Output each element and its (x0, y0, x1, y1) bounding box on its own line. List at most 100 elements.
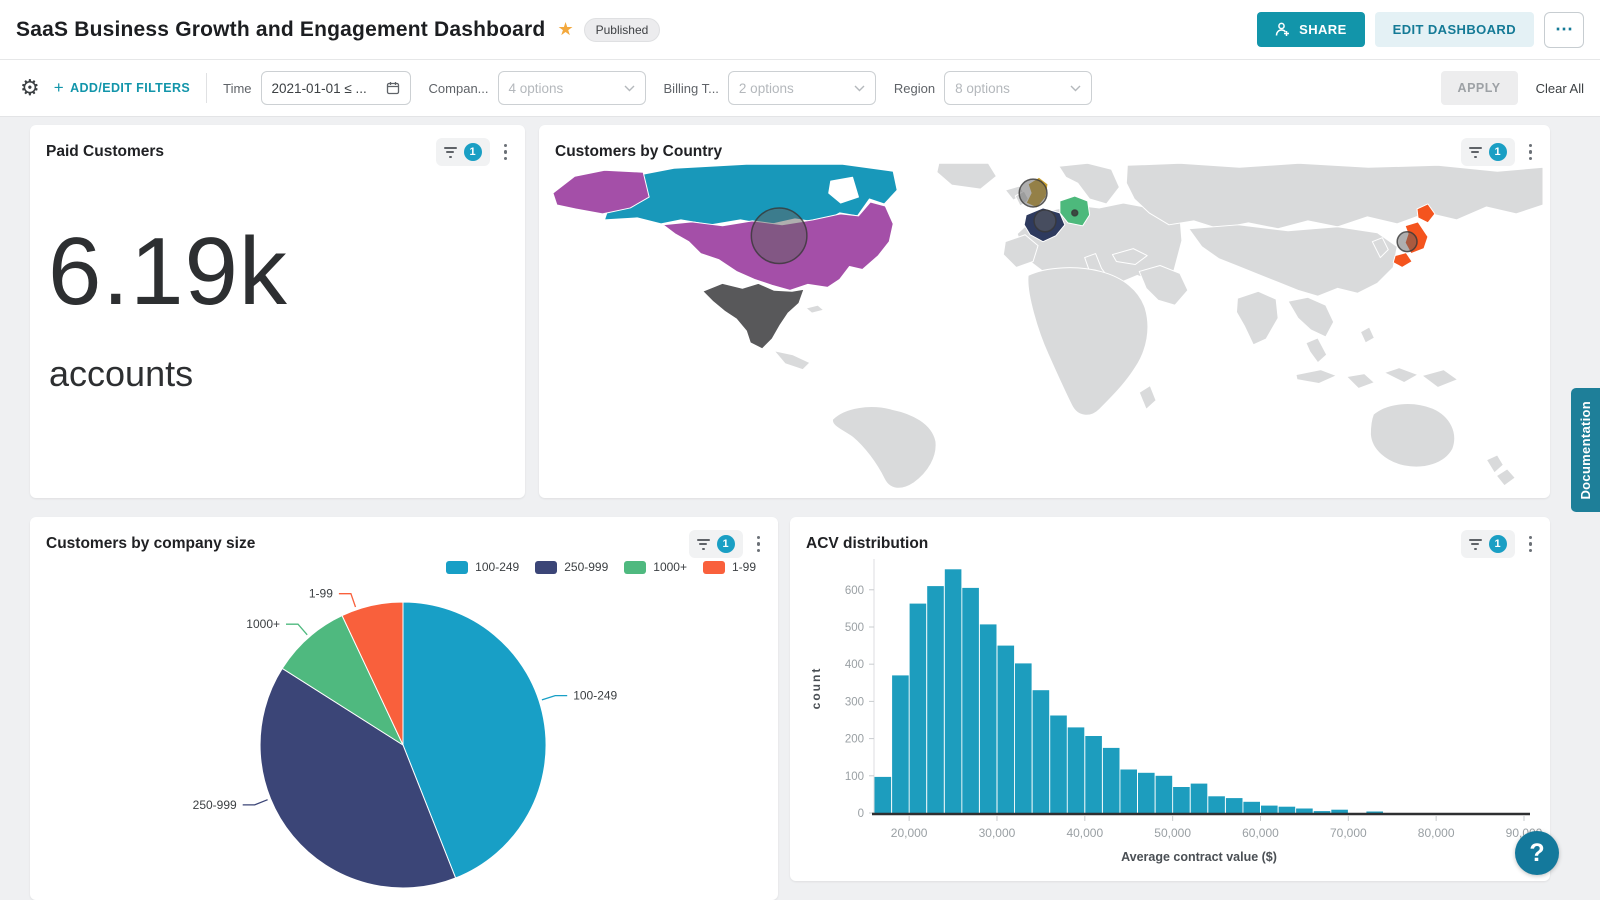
acv-histogram-chart[interactable]: 010020030040050060020,00030,00040,00050,… (798, 547, 1542, 877)
histogram-bar (1279, 807, 1296, 813)
histogram-bar (1191, 784, 1208, 813)
chevron-down-icon (1070, 85, 1081, 92)
pie-callout-line (542, 696, 567, 700)
chevron-down-icon (854, 85, 865, 92)
map-country-japan (1393, 253, 1412, 268)
map-bubble-germany (1072, 210, 1078, 216)
filter-count-badge: 1 (717, 535, 735, 553)
widget-menu-kebab-icon[interactable] (753, 532, 765, 557)
histogram-bar (998, 646, 1015, 813)
histogram-bar (1261, 806, 1278, 813)
histogram-bar (1226, 798, 1243, 813)
pie-callout-line (243, 800, 268, 805)
histogram-bar (1314, 811, 1331, 813)
map-bubble-japan (1397, 232, 1417, 252)
histogram-bar (1173, 787, 1190, 813)
histogram-bar (1138, 773, 1155, 813)
widget-acv-distribution: ACV distribution 1 010020030040050060020… (790, 517, 1550, 881)
pie-callout-line (286, 624, 307, 635)
map-landmass (1496, 469, 1515, 486)
add-edit-filters-button[interactable]: + ADD/EDIT FILTERS (54, 78, 190, 98)
widget-paid-customers: Paid Customers 1 6.19k accounts (30, 125, 525, 498)
documentation-tab[interactable]: Documentation (1571, 388, 1600, 512)
map-landmass (1126, 163, 1543, 228)
apply-button[interactable]: APPLY (1441, 71, 1518, 105)
widget-filter-chip[interactable]: 1 (689, 530, 743, 558)
filter-icon (697, 539, 710, 550)
map-bubble-united-states (751, 208, 807, 264)
x-tick-label: 70,000 (1330, 826, 1367, 840)
help-button[interactable]: ? (1515, 831, 1559, 875)
histogram-bar (1366, 812, 1383, 814)
histogram-bar (1103, 748, 1120, 813)
company-filter-dropdown[interactable]: 4 options (498, 71, 646, 105)
widget-customers-by-country: Customers by Country 1 (539, 125, 1550, 498)
filter-group-billing: Billing T... 2 options (664, 71, 876, 105)
documentation-tab-label: Documentation (1578, 401, 1593, 500)
widget-title: Customers by company size (46, 535, 255, 553)
top-header: SaaS Business Growth and Engagement Dash… (0, 0, 1600, 60)
dashboard-canvas: Paid Customers 1 6.19k accounts Customer… (0, 117, 1600, 900)
y-tick-label: 0 (858, 808, 864, 820)
time-filter-label: Time (223, 81, 251, 96)
histogram-bar (1050, 716, 1067, 814)
y-tick-label: 100 (845, 771, 864, 783)
x-axis-title: Average contract value ($) (1121, 850, 1277, 864)
status-badge: Published (584, 18, 661, 42)
more-options-button[interactable]: ⋯ (1544, 12, 1584, 48)
y-tick-label: 400 (845, 659, 864, 671)
filter-group-time: Time 2021-01-01 ≤ ... (223, 71, 410, 105)
filter-count-badge: 1 (464, 143, 482, 161)
y-axis-title: count (809, 667, 823, 710)
x-tick-label: 80,000 (1418, 826, 1455, 840)
region-filter-dropdown[interactable]: 8 options (944, 71, 1092, 105)
pie-callout-line (339, 594, 356, 607)
time-filter-dropdown[interactable]: 2021-01-01 ≤ ... (261, 71, 411, 105)
widget-menu-kebab-icon[interactable] (500, 140, 512, 165)
plus-icon: + (54, 78, 64, 98)
filter-count-badge: 1 (1489, 143, 1507, 161)
map-country-mexico (703, 283, 804, 348)
world-map-chart[interactable] (543, 161, 1545, 493)
map-landmass (1296, 370, 1337, 384)
favorite-star-icon[interactable]: ★ (557, 19, 573, 40)
billing-filter-label: Billing T... (664, 81, 719, 96)
histogram-bar (1243, 802, 1260, 813)
histogram-bar (962, 588, 979, 813)
kpi-value: 6.19k (48, 217, 288, 327)
map-landmass (832, 407, 936, 489)
widget-title: Paid Customers (46, 143, 164, 161)
map-landmass (1236, 291, 1278, 345)
x-tick-label: 50,000 (1154, 826, 1191, 840)
histogram-bar (910, 604, 927, 813)
billing-filter-value: 2 options (739, 81, 794, 96)
histogram-bar (1120, 770, 1137, 814)
map-landmass (1288, 297, 1334, 337)
map-landmass (806, 305, 824, 313)
histogram-bar (1085, 736, 1102, 813)
share-icon (1275, 22, 1291, 37)
widget-title: Customers by Country (555, 143, 722, 161)
widget-filter-chip[interactable]: 1 (436, 138, 490, 166)
clear-all-button[interactable]: Clear All (1536, 81, 1584, 96)
add-edit-filters-label: ADD/EDIT FILTERS (70, 81, 190, 95)
pie-callout-label: 100-249 (573, 689, 617, 703)
map-landmass (937, 163, 997, 189)
share-button[interactable]: SHARE (1257, 12, 1365, 47)
gear-icon[interactable]: ⚙ (20, 75, 40, 101)
widget-customers-by-company-size: Customers by company size 1 100-249250-9… (30, 517, 778, 900)
y-tick-label: 300 (845, 696, 864, 708)
pie-callout-label: 1-99 (309, 587, 333, 601)
map-landmass (1028, 268, 1148, 416)
chevron-down-icon (624, 85, 635, 92)
billing-filter-dropdown[interactable]: 2 options (728, 71, 876, 105)
y-tick-label: 200 (845, 734, 864, 746)
filter-icon (1469, 147, 1482, 158)
edit-dashboard-button[interactable]: EDIT DASHBOARD (1375, 12, 1534, 47)
x-tick-label: 60,000 (1242, 826, 1279, 840)
page-title: SaaS Business Growth and Engagement Dash… (16, 18, 545, 42)
calendar-icon (386, 81, 400, 95)
filter-group-region: Region 8 options (894, 71, 1092, 105)
company-size-pie-chart[interactable]: 100-249250-9991000+1-99 (30, 555, 778, 900)
x-tick-label: 40,000 (1066, 826, 1103, 840)
